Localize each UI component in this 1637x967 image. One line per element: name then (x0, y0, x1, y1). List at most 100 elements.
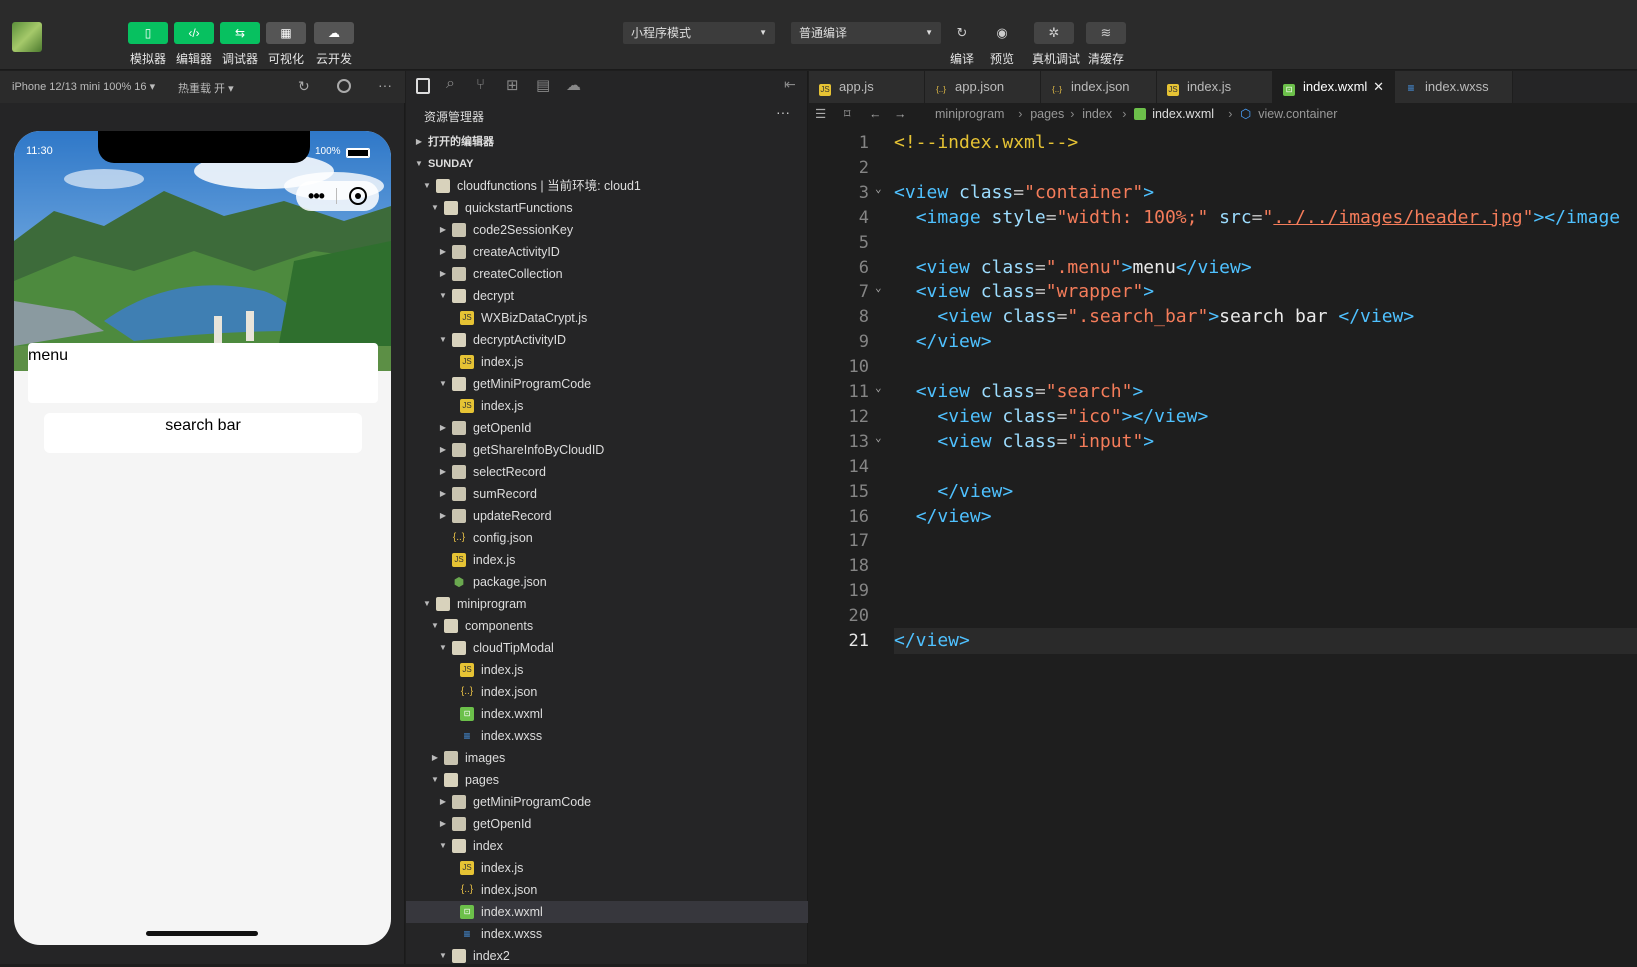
tree-file[interactable]: ⊡ index.wxml (406, 901, 808, 923)
editor-tab[interactable]: JS index.js (1157, 71, 1273, 103)
more-dots-icon[interactable]: ••• (296, 186, 336, 207)
tree-file[interactable]: JS index.js (406, 351, 808, 373)
tree-folder[interactable]: ▶ images (406, 747, 808, 769)
code-token: ".menu" (1045, 256, 1122, 278)
tree-file[interactable]: JS index.js (406, 549, 808, 571)
forward-arrow-icon[interactable]: → (894, 103, 907, 125)
tree-file[interactable]: {..} index.json (406, 879, 808, 901)
cloud-button[interactable]: ☁ 云开发 (306, 22, 362, 67)
tree-folder[interactable]: ▼ decrypt (406, 285, 808, 307)
tree-folder[interactable]: ▶ code2SessionKey (406, 219, 808, 241)
mode-select[interactable]: 小程序模式 ▼ (623, 22, 775, 44)
cloud-icon[interactable]: ☁ (566, 76, 581, 94)
tree-folder[interactable]: ▼ pages (406, 769, 808, 791)
storage-icon[interactable]: ▤ (536, 76, 550, 94)
tree-folder[interactable]: ▶ createActivityID (406, 241, 808, 263)
tree-file[interactable]: {..} config.json (406, 527, 808, 549)
collapse-panel-icon[interactable]: ⇤ (784, 76, 796, 93)
refresh-icon[interactable]: ↻ (298, 78, 310, 95)
bug-button[interactable]: ✲ 真机调试 (1032, 22, 1080, 67)
search-icon[interactable]: ⌕ (446, 75, 455, 93)
tree-folder[interactable]: ▶ updateRecord (406, 505, 808, 527)
tree-folder[interactable]: ▼ index (406, 835, 808, 857)
editor-tab[interactable]: {..} index.json (1041, 71, 1157, 103)
layers-button[interactable]: ≋ 清缓存 (1084, 22, 1128, 67)
editor-tab[interactable]: JS app.js (809, 71, 925, 103)
breadcrumb-item[interactable]: index (1082, 103, 1112, 125)
tree-item-label: index.js (481, 355, 524, 369)
tree-folder[interactable]: ▼ cloudfunctions | 当前环境: cloud1 (406, 175, 808, 197)
line-number: 8 (858, 307, 869, 328)
tree-section[interactable]: ▶ 打开的编辑器 (406, 131, 808, 153)
js-file-icon: JS (460, 663, 474, 677)
device-select[interactable]: iPhone 12/13 mini 100% 16 ▾ (12, 80, 155, 93)
tree-folder[interactable]: ▼ decryptActivityID (406, 329, 808, 351)
breadcrumb-item[interactable]: index.wxml (1152, 103, 1214, 125)
capsule-menu[interactable]: ••• (296, 181, 379, 211)
compile-select[interactable]: 普通编译 ▼ (791, 22, 941, 44)
tree-file[interactable]: ⊡ index.wxml (406, 703, 808, 725)
fold-chevron-icon[interactable]: ⌄ (875, 275, 882, 301)
breadcrumb-item[interactable]: pages (1030, 103, 1064, 125)
stop-icon[interactable] (337, 79, 351, 93)
fold-chevron-icon[interactable]: ⌄ (875, 375, 882, 401)
tree-section[interactable]: ▼ SUNDAY (406, 153, 808, 175)
tree-folder[interactable]: ▶ getOpenId (406, 813, 808, 835)
code-editor[interactable]: 1 <!--index.wxml--> 2 3 ⌄ <view class="contai… (809, 126, 1637, 964)
project-avatar[interactable] (12, 22, 42, 52)
tree-file[interactable]: {..} index.json (406, 681, 808, 703)
extensions-icon[interactable]: ⊞ (506, 76, 519, 94)
explorer-more-icon[interactable]: ··· (776, 104, 790, 120)
tree-folder[interactable]: ▶ getOpenId (406, 417, 808, 439)
back-arrow-icon[interactable]: ← (869, 103, 882, 125)
tree-folder[interactable]: ▶ sumRecord (406, 483, 808, 505)
tree-file[interactable]: ⬢ package.json (406, 571, 808, 593)
tree-folder[interactable]: ▶ createCollection (406, 263, 808, 285)
tree-file[interactable]: JS WXBizDataCrypt.js (406, 307, 808, 329)
search-bar-view[interactable]: search bar (44, 413, 362, 453)
chevron-right-icon: › (1070, 107, 1075, 121)
chevron-down-icon: ▼ (423, 599, 431, 608)
close-icon[interactable]: ✕ (1373, 71, 1384, 103)
editor-tab[interactable]: {..} app.json (925, 71, 1041, 103)
outline-icon[interactable]: ☰ (815, 103, 826, 125)
tree-folder[interactable]: ▼ quickstartFunctions (406, 197, 808, 219)
tree-file[interactable]: JS index.js (406, 395, 808, 417)
tree-file[interactable]: ≡ index.wxss (406, 923, 808, 945)
chevron-right-icon: ▶ (439, 489, 447, 498)
tree-file[interactable]: JS index.js (406, 659, 808, 681)
tree-folder[interactable]: ▶ getMiniProgramCode (406, 791, 808, 813)
tree-file[interactable]: ≡ index.wxss (406, 725, 808, 747)
wxss-file-icon: ≡ (1407, 81, 1415, 95)
line-number: 10 (848, 357, 869, 378)
tree-folder[interactable]: ▼ getMiniProgramCode (406, 373, 808, 395)
editor-tab[interactable]: ⊡ index.wxml ✕ (1273, 71, 1395, 103)
tree-folder[interactable]: ▶ selectRecord (406, 461, 808, 483)
tree-folder[interactable]: ▼ components (406, 615, 808, 637)
refresh-button[interactable]: ↻ 编译 (940, 22, 984, 67)
tree-folder[interactable]: ▶ getShareInfoByCloudID (406, 439, 808, 461)
chevron-down-icon: ▼ (423, 181, 431, 190)
more-icon[interactable]: ··· (378, 77, 392, 93)
bookmark-icon[interactable]: ⌑ (844, 103, 850, 125)
close-target-icon[interactable] (349, 187, 367, 205)
search-bar-text: search bar (165, 417, 241, 434)
fold-chevron-icon[interactable]: ⌄ (875, 176, 882, 202)
code-token: <view (915, 381, 981, 402)
eye-button[interactable]: ◉ 预览 (980, 22, 1024, 67)
files-icon[interactable] (416, 78, 430, 94)
tree-folder[interactable]: ▼ miniprogram (406, 593, 808, 615)
menu-view[interactable]: menu (28, 343, 378, 403)
chevron-right-icon: ▶ (431, 753, 439, 762)
tree-folder[interactable]: ▼ cloudTipModal (406, 637, 808, 659)
fold-chevron-icon[interactable]: ⌄ (875, 425, 882, 451)
source-control-icon[interactable]: ⑂ (476, 76, 485, 93)
hot-reload-toggle[interactable]: 热重载 开 ▾ (178, 80, 234, 96)
editor-tab[interactable]: ≡ index.wxss (1395, 71, 1513, 103)
breadcrumb-item[interactable]: view.container (1258, 103, 1337, 125)
simulator-toolbar: iPhone 12/13 mini 100% 16 ▾ 热重载 开 ▾ ↻ ··… (0, 71, 405, 103)
breadcrumb-item[interactable]: miniprogram (935, 103, 1004, 125)
tree-file[interactable]: JS index.js (406, 857, 808, 879)
